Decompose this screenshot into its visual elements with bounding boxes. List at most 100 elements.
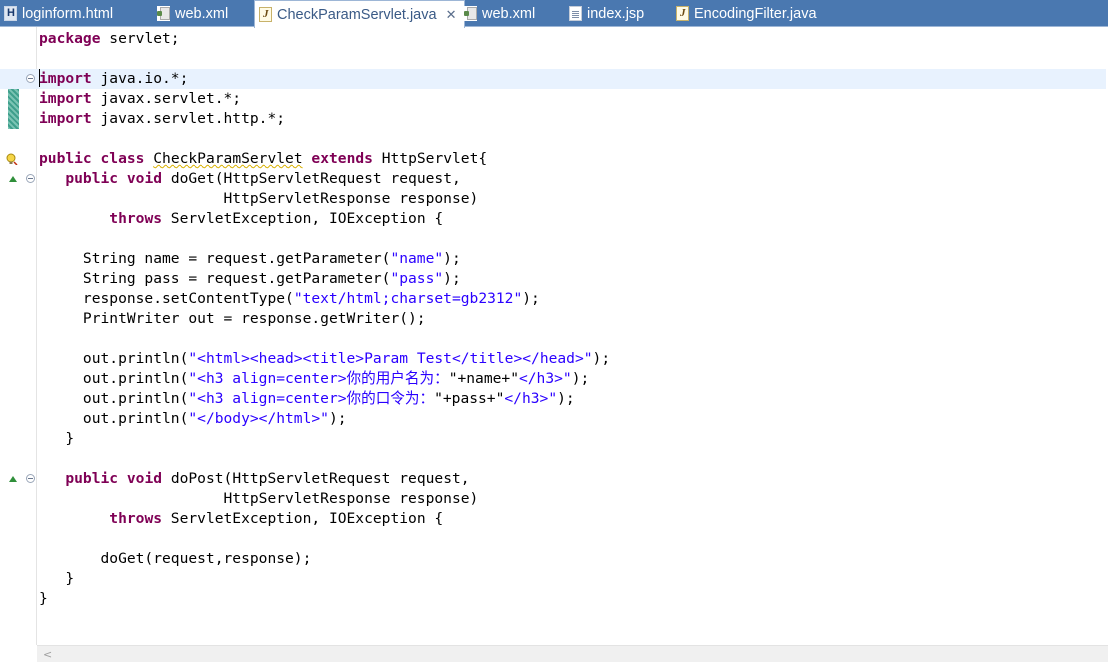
code-token: ServletException, IOException { (162, 210, 444, 227)
string-token: </h3>" (504, 390, 558, 407)
tab-checkparamservlet-java[interactable]: CheckParamServlet.java ✕ (254, 0, 466, 28)
jsp-file-icon (569, 6, 582, 21)
code-line[interactable]: throws ServletException, IOException { (39, 509, 1106, 529)
close-tab-icon[interactable]: ✕ (446, 7, 457, 23)
java-file-icon (259, 7, 272, 22)
code-token: PrintWriter out = response.getWriter(); (39, 310, 426, 327)
code-line[interactable]: out.println("<h3 align=center>你的口令为："+pa… (39, 389, 1106, 409)
code-line[interactable]: public class CheckParamServlet extends H… (39, 149, 1106, 169)
text-cursor (39, 69, 40, 87)
keyword-token: import (39, 70, 92, 87)
string-token: "<html><head><title>Param Test</title></… (188, 350, 593, 367)
editor-tab-bar: loginform.html web.xml CheckParamServlet.j… (0, 0, 1108, 28)
keyword-token: public (65, 170, 119, 187)
keyword-token: import (39, 90, 92, 107)
tab-label: index.jsp (587, 5, 645, 22)
code-editor[interactable]: package servlet; import java.io.*; import… (0, 29, 1106, 609)
code-line[interactable]: } (39, 429, 1106, 449)
code-token: ); (522, 290, 540, 307)
code-line[interactable] (39, 49, 1106, 69)
code-token: java.io.*; (91, 70, 189, 87)
tab-web-xml[interactable]: web.xml (464, 0, 535, 27)
code-line[interactable]: doGet(request,response); (39, 549, 1106, 569)
code-line[interactable]: public void doPost(HttpServletRequest re… (39, 469, 1106, 489)
code-line[interactable]: HttpServletResponse response) (39, 189, 1106, 209)
gutter-divider (36, 27, 37, 645)
code-line[interactable]: PrintWriter out = response.getWriter(); (39, 309, 1106, 329)
html-file-icon (4, 6, 17, 21)
tab-web-xml[interactable]: web.xml (157, 0, 228, 27)
code-token: javax.servlet.http.*; (91, 110, 286, 127)
vertical-ruler (0, 27, 21, 662)
keyword-token: public (65, 470, 119, 487)
tab-index-jsp[interactable]: index.jsp (569, 0, 644, 27)
override-indicator-icon[interactable] (9, 176, 17, 182)
code-token: doGet(request,response); (39, 550, 312, 567)
code-line[interactable]: out.println("<html><head><title>Param Te… (39, 349, 1106, 369)
code-line[interactable]: out.println("</body></html>"); (39, 409, 1106, 429)
code-line[interactable]: HttpServletResponse response) (39, 489, 1106, 509)
code-line[interactable]: out.println("<h3 align=center>你的用户名为："+n… (39, 369, 1106, 389)
code-line[interactable]: String pass = request.getParameter("pass… (39, 269, 1106, 289)
fold-collapse-icon[interactable] (26, 74, 35, 83)
tab-loginform-html[interactable]: loginform.html (4, 0, 113, 27)
code-token: javax.servlet.*; (91, 90, 242, 107)
string-token: "<h3 align=center>你的用户名为： (188, 370, 449, 387)
string-token: "<h3 align=center>你的口令为： (188, 390, 435, 407)
tab-label: EncodingFilter.java (694, 5, 817, 22)
code-line[interactable]: } (39, 589, 1106, 609)
string-token: "pass" (390, 270, 444, 287)
code-token: HttpServlet{ (372, 150, 488, 167)
code-line[interactable] (39, 449, 1106, 469)
code-line[interactable]: String name = request.getParameter("name… (39, 249, 1106, 269)
code-token: } (39, 590, 48, 607)
code-line[interactable]: response.setContentType("text/html;chars… (39, 289, 1106, 309)
code-line[interactable] (39, 129, 1106, 149)
code-line[interactable] (39, 229, 1106, 249)
code-token: out.println( (39, 350, 189, 367)
scroll-left-arrow-icon[interactable]: < (43, 648, 52, 661)
code-token: ServletException, IOException { (162, 510, 444, 527)
code-token: "+name+" (448, 370, 519, 387)
code-line[interactable]: } (39, 569, 1106, 589)
override-indicator-icon[interactable] (9, 476, 17, 482)
code-token: } (39, 570, 75, 587)
fold-collapse-icon[interactable] (26, 174, 35, 183)
tab-label: loginform.html (22, 5, 114, 22)
code-line[interactable]: import javax.servlet.http.*; (39, 109, 1106, 129)
fold-collapse-icon[interactable] (26, 474, 35, 483)
code-token: ); (328, 410, 347, 427)
code-token: HttpServletResponse response) (39, 190, 479, 207)
tab-encodingfilter-java[interactable]: EncodingFilter.java (676, 0, 817, 27)
code-line[interactable]: import java.io.*; (0, 69, 1106, 89)
code-line[interactable]: public void doGet(HttpServletRequest req… (39, 169, 1106, 189)
code-line[interactable]: throws ServletException, IOException { (39, 209, 1106, 229)
code-line[interactable] (39, 329, 1106, 349)
code-token: ); (557, 390, 575, 407)
string-token: "name" (390, 250, 444, 267)
code-token: doPost(HttpServletRequest request, (162, 470, 470, 487)
warning-lightbulb-icon[interactable] (6, 152, 18, 166)
code-token: String name = request.getParameter( (39, 250, 391, 267)
code-line[interactable]: package servlet; (39, 29, 1106, 49)
horizontal-scrollbar[interactable]: < (37, 645, 1108, 662)
code-token: } (39, 430, 75, 447)
code-line[interactable] (39, 529, 1106, 549)
code-token: ); (592, 350, 611, 367)
class-name-token: CheckParamServlet (153, 150, 303, 167)
code-line[interactable]: import javax.servlet.*; (39, 89, 1106, 109)
string-token: </h3>" (518, 370, 572, 387)
code-token: out.println( (39, 390, 189, 407)
folding-gutter (21, 27, 37, 645)
tab-label: web.xml (482, 5, 536, 22)
string-token: "text/html;charset=gb2312" (293, 290, 523, 307)
keyword-token: extends (311, 150, 373, 167)
